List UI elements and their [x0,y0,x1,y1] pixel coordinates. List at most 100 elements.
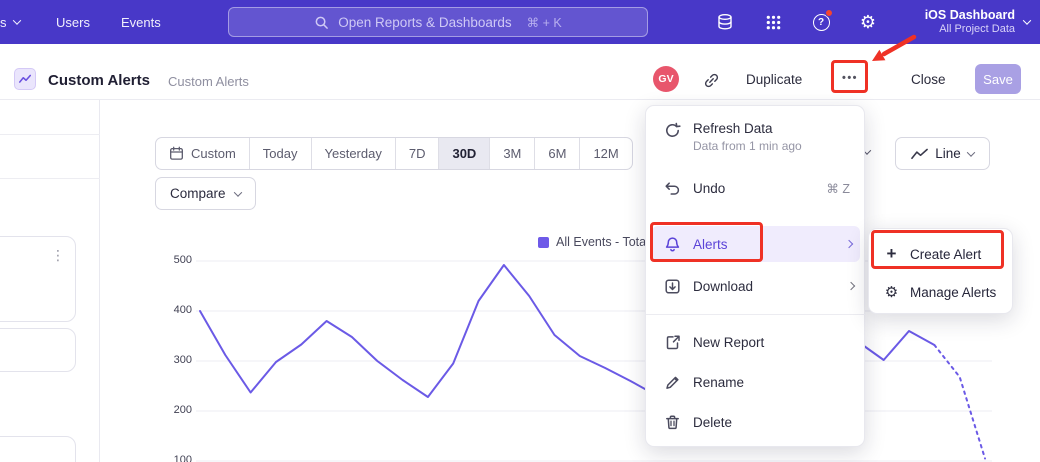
project-text: iOS Dashboard All Project Data [925,8,1015,36]
date-range-3m[interactable]: 3M [489,138,534,169]
gear-icon: ⚙ [860,12,876,33]
date-range-label: Yesterday [325,146,382,161]
download-icon [664,278,681,295]
top-navigation: s Users Events Open Reports & Dashboards… [0,0,1040,44]
help-glyph: ? [818,17,824,28]
new-report-icon [664,334,681,351]
menu-item-sublabel: Data from 1 min ago [693,139,802,153]
settings-button[interactable]: ⚙ [858,12,878,32]
chevron-right-icon [845,240,853,248]
alerts-submenu: + Create Alert ⚙ Manage Alerts [868,228,1013,314]
compare-label: Compare [170,186,226,201]
nav-item-events[interactable]: Events [121,0,161,44]
apps-button[interactable] [763,12,783,32]
keyboard-shortcut: ⌘ Z [826,181,850,196]
trash-icon [664,414,681,431]
date-range-12m[interactable]: 12M [579,138,631,169]
legend-label: All Events - Total [556,235,649,249]
date-range-custom[interactable]: Custom [156,138,249,169]
rail-divider [0,178,100,179]
app-window: s Users Events Open Reports & Dashboards… [0,0,1040,462]
pencil-icon [664,374,681,391]
date-range-control: Custom Today Yesterday 7D 30D 3M 6M 12M [155,137,633,170]
chevron-down-icon [233,188,241,196]
report-options-menu: Refresh Data Data from 1 min ago Undo ⌘ … [645,105,865,447]
undo-icon [664,180,681,197]
y-axis-tick: 200 [160,404,192,416]
submenu-item-create-alert[interactable]: + Create Alert [869,235,1014,273]
report-card[interactable] [0,328,76,372]
date-range-yesterday[interactable]: Yesterday [311,138,395,169]
chart-legend[interactable]: All Events - Total [538,235,649,249]
date-range-30d[interactable]: 30D [438,138,489,169]
menu-item-refresh-data[interactable]: Refresh Data Data from 1 min ago [646,114,866,162]
close-button[interactable]: Close [911,72,946,87]
menu-item-rename[interactable]: Rename [646,362,866,402]
insights-report-icon [14,68,36,90]
menu-item-alerts[interactable]: Alerts [652,226,860,262]
date-range-today[interactable]: Today [249,138,311,169]
plus-icon: + [883,244,900,264]
date-range-label: 12M [593,146,618,161]
more-options-button[interactable]: ••• [836,67,864,89]
report-card[interactable]: ⋮ [0,236,76,322]
copy-link-button[interactable] [701,70,721,90]
y-axis-tick: 300 [160,354,192,366]
search-shortcut: ⌘ + K [527,15,562,30]
menu-item-new-report[interactable]: New Report [646,322,866,362]
search-icon [314,15,329,30]
help-button[interactable]: ? [811,12,831,32]
menu-item-label: Delete [693,415,732,430]
avatar[interactable]: GV [653,66,679,92]
menu-item-label: Download [693,279,753,294]
legend-swatch [538,237,549,248]
submenu-item-manage-alerts[interactable]: ⚙ Manage Alerts [869,273,1014,311]
breadcrumb: Custom Alerts [168,74,249,89]
nav-partial-label: s [0,15,7,30]
nav-item-users[interactable]: Users [56,0,90,44]
rail-divider [0,134,100,135]
menu-item-label: Undo [693,181,725,196]
menu-item-download[interactable]: Download [646,266,866,306]
chart-type-label: Line [935,146,961,161]
gear-icon: ⚙ [883,283,900,301]
y-axis-tick: 400 [160,304,192,316]
date-range-label: Today [263,146,298,161]
chevron-down-icon [1023,16,1031,24]
notification-dot [825,9,833,17]
search-placeholder: Open Reports & Dashboards [338,15,511,30]
save-button[interactable]: Save [975,64,1021,94]
report-header [0,44,1040,100]
chevron-down-icon [967,148,975,156]
date-range-label: 30D [452,146,476,161]
date-range-7d[interactable]: 7D [395,138,439,169]
menu-item-label: New Report [693,335,764,350]
duplicate-button[interactable]: Duplicate [746,72,802,87]
menu-item-text: Refresh Data Data from 1 min ago [693,121,802,153]
database-icon [716,13,734,31]
report-card[interactable] [0,436,76,462]
date-range-6m[interactable]: 6M [534,138,579,169]
project-name: iOS Dashboard [925,8,1015,23]
left-rail: ⋮ [0,100,100,462]
submenu-item-label: Create Alert [910,247,981,262]
nav-item-partial[interactable]: s [0,0,20,44]
line-chart-icon [911,148,928,160]
chart-type-button[interactable]: Line [895,137,990,170]
global-search[interactable]: Open Reports & Dashboards ⌘ + K [228,7,648,37]
date-range-label: Custom [191,146,236,161]
compare-button[interactable]: Compare [155,177,256,210]
kebab-menu-icon[interactable]: ⋮ [51,247,65,264]
apps-grid-icon [765,14,782,31]
nav-users-label: Users [56,15,90,30]
y-axis-tick: 500 [160,254,192,266]
project-switcher[interactable]: iOS Dashboard All Project Data [925,4,1030,40]
menu-item-undo[interactable]: Undo ⌘ Z [646,168,866,208]
refresh-icon [664,122,681,139]
link-icon [703,72,720,89]
data-management-button[interactable] [715,12,735,32]
submenu-item-label: Manage Alerts [910,285,996,300]
menu-item-delete[interactable]: Delete [646,402,866,442]
bell-icon [664,236,681,253]
chevron-right-icon [847,282,855,290]
